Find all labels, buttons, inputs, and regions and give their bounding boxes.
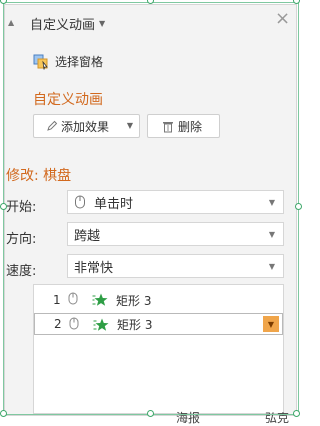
trash-icon <box>163 121 173 132</box>
chevron-down-icon: ▼ <box>268 230 275 239</box>
selection-pane-icon <box>33 54 49 70</box>
background-text: 海报 <box>176 411 201 425</box>
mouse-icon <box>69 317 79 330</box>
resize-handle[interactable] <box>0 410 7 417</box>
pane-title: 自定义动画 <box>30 18 96 33</box>
resize-handle[interactable] <box>0 203 7 210</box>
speed-label: 速度: <box>6 264 37 279</box>
list-item-selected[interactable]: 2 矩形 3 ▼ <box>34 313 283 335</box>
modify-title: 修改: 棋盘 <box>6 168 72 184</box>
add-effect-button[interactable]: 添加效果 ▼ <box>33 114 140 138</box>
direction-select[interactable]: 跨越 ▼ <box>67 222 284 246</box>
list-item-number: 2 <box>54 317 62 331</box>
delete-label: 删除 <box>178 119 203 134</box>
speed-select[interactable]: 非常快 ▼ <box>67 254 284 278</box>
start-label: 开始: <box>6 200 37 215</box>
resize-handle[interactable] <box>147 410 154 417</box>
section-title: 自定义动画 <box>33 92 103 108</box>
add-effect-label: 添加效果 <box>61 119 110 134</box>
delete-button[interactable]: 删除 <box>147 114 220 138</box>
resize-handle[interactable] <box>295 203 302 210</box>
resize-handle[interactable] <box>293 0 300 4</box>
select-pane-button[interactable]: 选择窗格 <box>33 53 103 70</box>
pane-title-row[interactable]: 自定义动画 ▼ <box>30 14 105 33</box>
close-icon[interactable]: × <box>275 10 290 28</box>
direction-value: 跨越 <box>74 228 101 244</box>
start-value: 单击时 <box>94 196 134 212</box>
star-effect-icon <box>93 318 109 331</box>
list-item-text: 矩形 3 <box>116 293 152 308</box>
star-effect-icon <box>92 293 108 306</box>
list-item-dropdown-button[interactable]: ▼ <box>263 316 279 332</box>
background-text: 弘克 <box>265 411 290 425</box>
select-pane-label: 选择窗格 <box>55 55 104 69</box>
list-item-text: 矩形 3 <box>117 317 153 332</box>
chevron-down-icon: ▼ <box>268 198 275 207</box>
title-dropdown-icon[interactable]: ▼ <box>99 19 105 28</box>
list-item-number: 1 <box>53 293 61 307</box>
chevron-down-icon: ▼ <box>268 262 275 271</box>
list-item[interactable]: 1 矩形 3 <box>34 289 283 311</box>
animation-list[interactable]: 1 矩形 3 2 矩形 3 ▼ <box>33 284 284 414</box>
start-select[interactable]: 单击时 ▼ <box>67 190 284 214</box>
direction-label: 方向: <box>6 232 37 247</box>
mouse-icon <box>75 195 85 209</box>
chevron-down-icon: ▼ <box>126 121 133 130</box>
pencil-icon <box>47 120 58 131</box>
scroll-up-arrow-icon[interactable]: ▲ <box>8 18 14 27</box>
mouse-icon <box>68 292 78 305</box>
speed-value: 非常快 <box>74 260 114 276</box>
resize-handle[interactable] <box>293 410 300 417</box>
